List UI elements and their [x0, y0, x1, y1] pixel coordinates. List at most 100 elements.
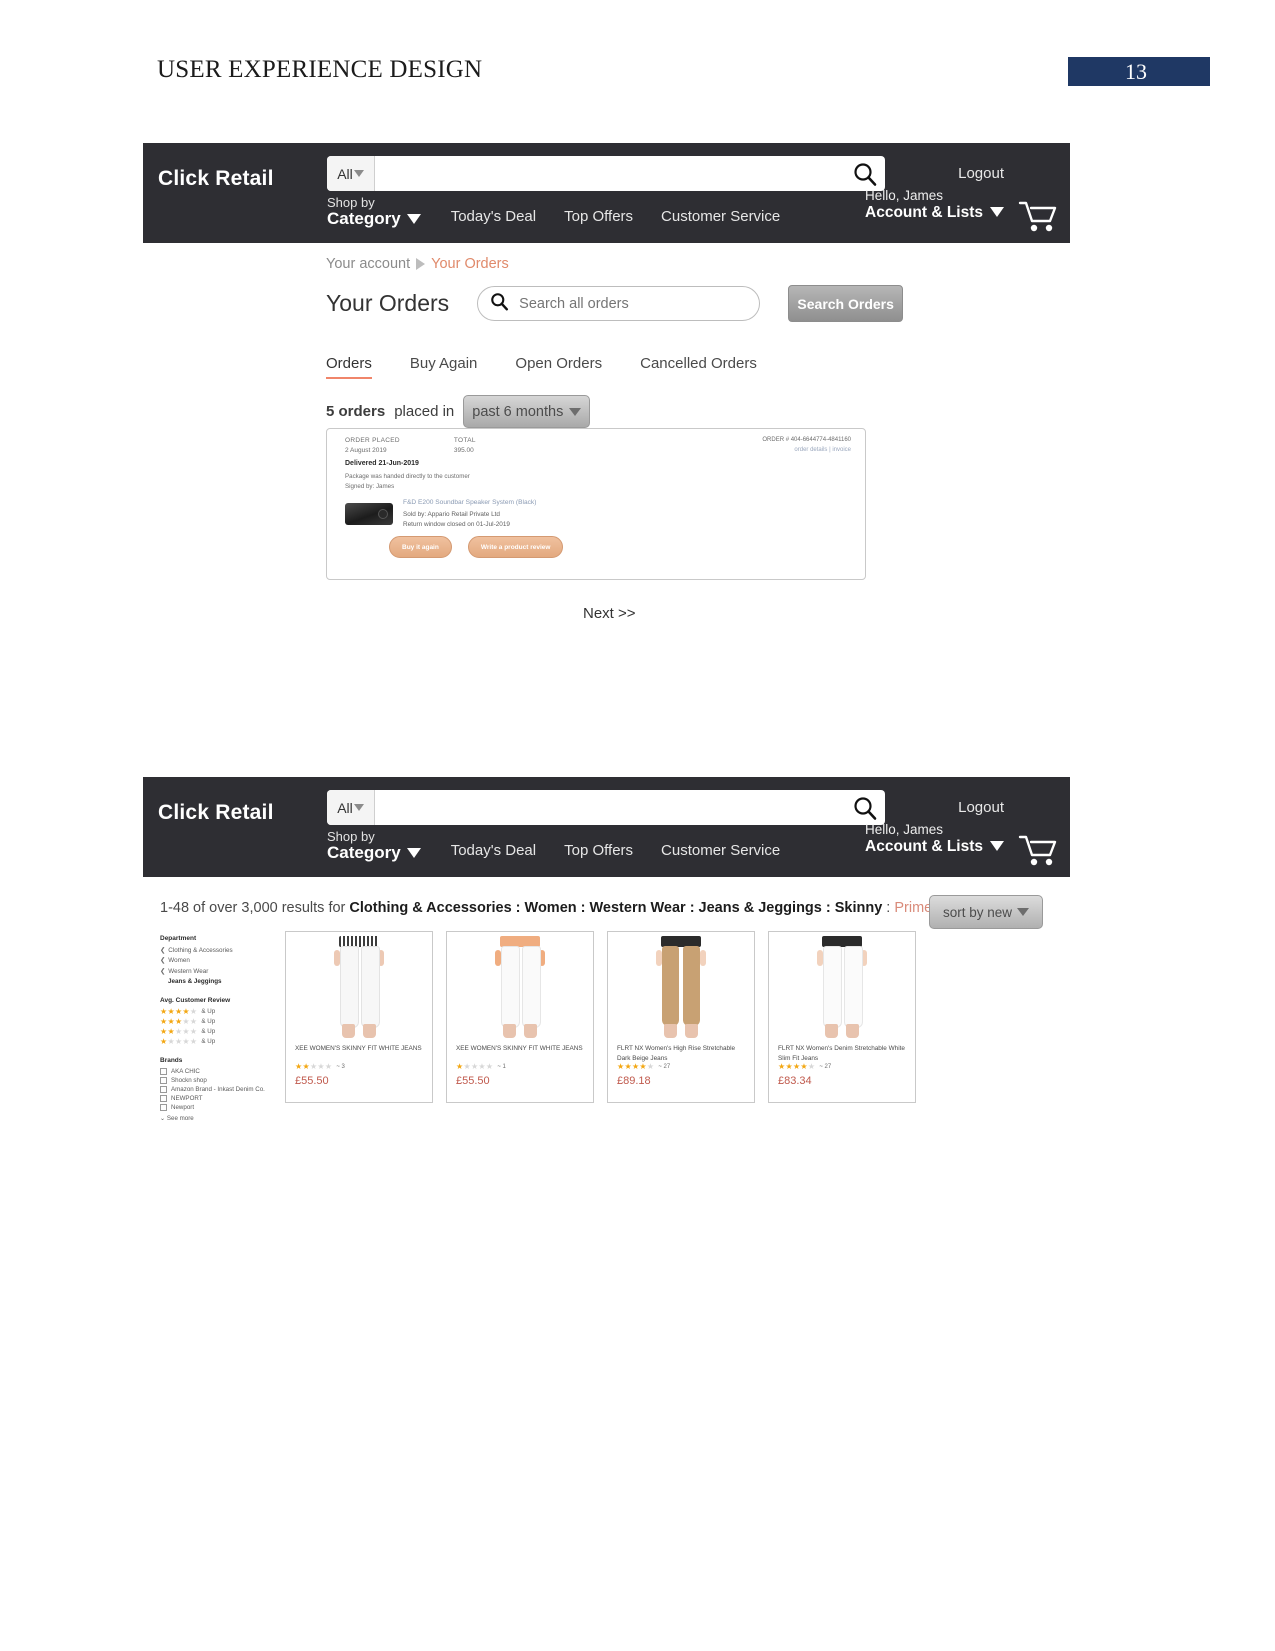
orders-count-suffix: placed in: [394, 403, 455, 420]
checkbox-icon[interactable]: [160, 1103, 167, 1111]
tab-cancelled-orders[interactable]: Cancelled Orders: [640, 355, 757, 379]
facet-rating-2-up[interactable]: ★★★★★ & Up: [160, 1026, 270, 1036]
star-rating-icon: ★★★★★: [160, 1026, 198, 1036]
facet-rating-label: & Up: [201, 1008, 216, 1015]
product-review-count: ~ 27: [658, 1064, 671, 1070]
chevron-down-icon: [406, 847, 421, 858]
logout-link[interactable]: Logout: [958, 799, 1004, 816]
order-number-block: ORDER # 404-6644774-4841160 order detail…: [762, 437, 851, 453]
nav-item-todays-deal[interactable]: Today's Deal: [451, 842, 536, 861]
product-title: XEE WOMEN'S SKINNY FIT WHITE JEANS: [295, 1045, 422, 1052]
order-detail-links[interactable]: order details | invoice: [762, 447, 851, 453]
star-rating-icon: ★★★★★: [160, 1006, 198, 1016]
brand-filter-inkast[interactable]: Amazon Brand - Inkast Denim Co.: [160, 1085, 270, 1093]
product-rating: ★★★★★ ~ 27: [778, 1063, 831, 1071]
tab-orders[interactable]: Orders: [326, 355, 372, 379]
brand-logo[interactable]: Click Retail: [158, 801, 274, 825]
product-price: £89.18: [617, 1075, 651, 1087]
product-review-count: ~ 3: [336, 1064, 345, 1070]
brand-filter-aka-chic[interactable]: AKA CHIC: [160, 1067, 270, 1075]
nav-item-top-offers[interactable]: Top Offers: [564, 208, 633, 227]
write-product-review-button[interactable]: Write a product review: [467, 536, 564, 558]
shopping-cart-icon[interactable]: [1018, 833, 1060, 872]
search-orders-button[interactable]: Search Orders: [788, 285, 904, 322]
orders-title: Your Orders: [326, 290, 450, 316]
site-header-orders: Click Retail All Logout Shop by Category…: [143, 143, 1070, 243]
star-rating-icon: ★★★★★: [456, 1062, 494, 1071]
search-input[interactable]: [375, 790, 845, 825]
global-search-bar[interactable]: All: [327, 790, 885, 825]
checkbox-icon[interactable]: [160, 1067, 167, 1075]
nav-item-top-offers[interactable]: Top Offers: [564, 842, 633, 861]
order-product-row: F&D E200 Soundbar Speaker System (Black)…: [345, 499, 536, 531]
facet-review-heading: Avg. Customer Review: [160, 996, 231, 1004]
product-card[interactable]: FLRT NX Women's Denim Stretchable White …: [768, 931, 916, 1103]
brand-filter-shocknshop[interactable]: Shockn shop: [160, 1076, 270, 1084]
see-more-brands-link[interactable]: ⌄ See more: [160, 1115, 270, 1122]
checkbox-icon[interactable]: [160, 1085, 167, 1093]
facet-department-clothing[interactable]: ❮ Clothing & Accessories: [160, 946, 270, 956]
primary-nav: Shop by Category Today's Deal Top Offers…: [327, 196, 808, 227]
order-product-title[interactable]: F&D E200 Soundbar Speaker System (Black): [403, 499, 536, 506]
results-summary: 1-48 of over 3,000 results for Clothing …: [160, 900, 983, 916]
order-sold-by: Sold by: Appario Retail Private Ltd: [403, 511, 500, 518]
brand-filter-newport[interactable]: Newport: [160, 1103, 270, 1111]
facet-rating-4-up[interactable]: ★★★★★ & Up: [160, 1006, 270, 1016]
account-and-lists-menu[interactable]: Hello, James Account & Lists: [865, 822, 1004, 855]
product-review-count: ~ 1: [497, 1064, 506, 1070]
category-label: Category: [327, 208, 401, 228]
brand-label: Shockn shop: [171, 1076, 207, 1084]
account-label: Account & Lists: [865, 837, 983, 855]
checkbox-icon[interactable]: [160, 1094, 167, 1102]
shop-by-label: Shop by: [327, 195, 375, 210]
white-slim-jeans-photo: [769, 932, 915, 1040]
search-category-dropdown[interactable]: All: [327, 156, 375, 191]
nav-item-todays-deal[interactable]: Today's Deal: [451, 208, 536, 227]
see-more-label: See more: [166, 1114, 194, 1122]
nav-item-customer-service[interactable]: Customer Service: [661, 842, 780, 861]
facet-rating-label: & Up: [201, 1018, 216, 1025]
checkbox-icon[interactable]: [160, 1076, 167, 1084]
product-card[interactable]: FLRT NX Women's High Rise Stretchable Da…: [607, 931, 755, 1103]
next-page-link[interactable]: Next >>: [583, 605, 636, 622]
product-card[interactable]: XEE WOMEN'S SKINNY FIT WHITE JEANS ★★★★★…: [285, 931, 433, 1103]
delivery-note-line2: Signed by: James: [345, 482, 395, 490]
search-category-dropdown[interactable]: All: [327, 790, 375, 825]
order-search-input[interactable]: [517, 294, 748, 313]
order-search-box[interactable]: [477, 286, 761, 321]
delivery-note-line1: Package was handed directly to the custo…: [345, 473, 470, 480]
facet-department-jeans-jeggings[interactable]: Jeans & Jeggings: [160, 977, 270, 987]
shopping-cart-icon[interactable]: [1018, 199, 1060, 238]
facet-rating-3-up[interactable]: ★★★★★ & Up: [160, 1017, 270, 1026]
logout-link[interactable]: Logout: [958, 165, 1004, 182]
buy-it-again-button[interactable]: Buy it again: [389, 536, 452, 558]
search-icon: [490, 292, 509, 316]
brand-label: Newport: [171, 1103, 195, 1111]
account-and-lists-menu[interactable]: Hello, James Account & Lists: [865, 188, 1004, 221]
breadcrumb-your-account[interactable]: Your account: [326, 256, 410, 272]
soundbar-speaker-thumbnail[interactable]: [345, 503, 393, 525]
tab-open-orders[interactable]: Open Orders: [515, 355, 602, 379]
search-icon[interactable]: [845, 790, 885, 825]
shop-by-category-menu[interactable]: Shop by Category: [327, 196, 421, 227]
chevron-down-icon: [1017, 908, 1030, 916]
shop-by-category-menu[interactable]: Shop by Category: [327, 830, 421, 861]
product-card[interactable]: XEE WOMEN'S SKINNY FIT WHITE JEANS ★★★★★…: [446, 931, 594, 1103]
chevron-left-icon: ❮: [160, 947, 166, 954]
nav-item-customer-service[interactable]: Customer Service: [661, 208, 780, 227]
facet-rating-1-up[interactable]: ★★★★★ & Up: [160, 1037, 270, 1046]
sort-dropdown[interactable]: sort by new: [929, 895, 1043, 929]
product-grid: XEE WOMEN'S SKINNY FIT WHITE JEANS ★★★★★…: [285, 931, 916, 1103]
tab-buy-again[interactable]: Buy Again: [410, 355, 478, 379]
global-search-bar[interactable]: All: [327, 156, 885, 191]
facet-department-western-wear[interactable]: ❮ Western Wear: [160, 967, 270, 977]
search-icon[interactable]: [845, 156, 885, 191]
facet-department-women[interactable]: ❮ Women: [160, 956, 270, 966]
primary-nav: Shop by Category Today's Deal Top Offers…: [327, 830, 808, 861]
brand-filter-newport-caps[interactable]: NEWPORT: [160, 1094, 270, 1102]
brand-logo[interactable]: Click Retail: [158, 167, 274, 191]
search-input[interactable]: [375, 156, 845, 191]
order-total-value: 395.00: [453, 447, 474, 454]
period-filter-dropdown[interactable]: past 6 months: [463, 395, 591, 428]
chevron-left-icon: ❮: [160, 957, 166, 965]
